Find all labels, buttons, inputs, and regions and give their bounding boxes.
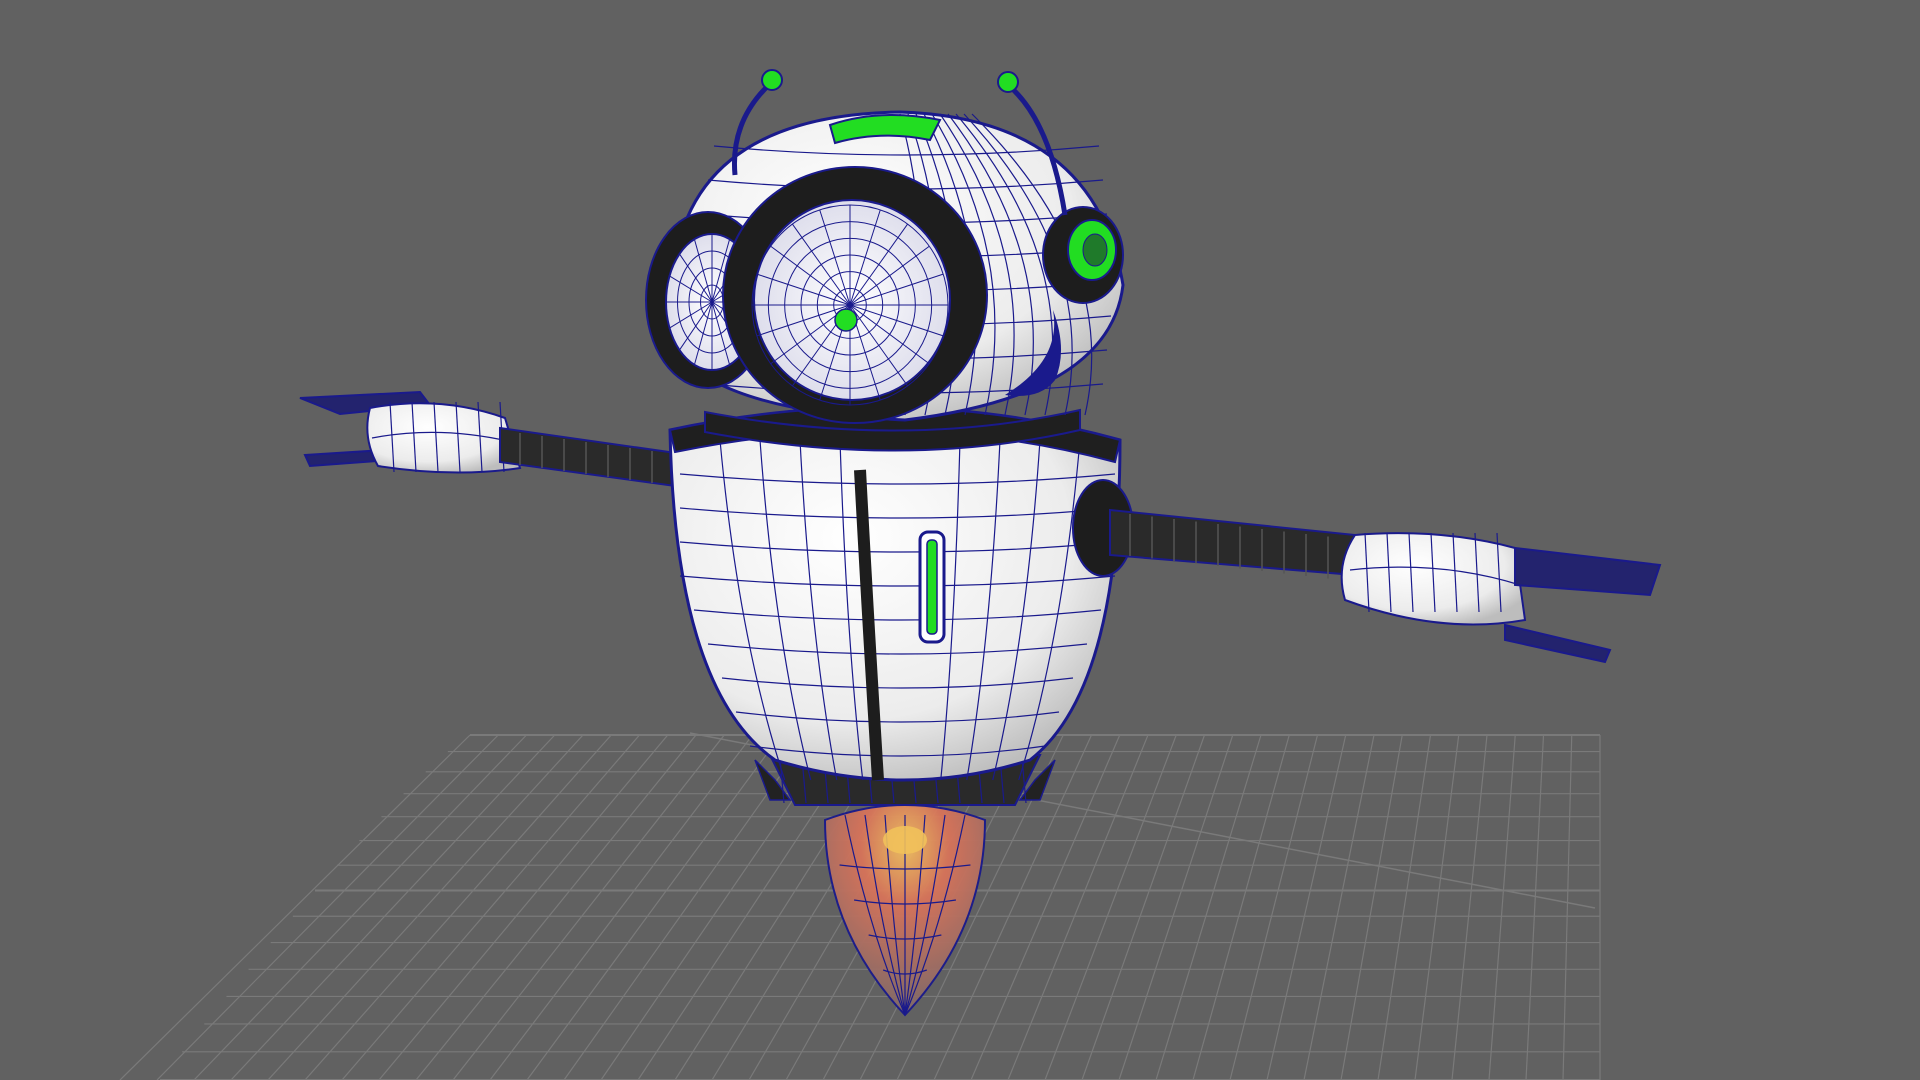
robot-body[interactable] [668, 405, 1122, 782]
viewport-scene[interactable] [0, 0, 1920, 1080]
right-arm[interactable] [1072, 479, 1662, 664]
thruster-flame[interactable] [823, 804, 987, 1017]
right-eye[interactable] [722, 166, 988, 424]
3d-viewport[interactable] [0, 0, 1920, 1080]
right-ear[interactable] [1042, 206, 1124, 304]
antenna-tip-right [997, 71, 1019, 93]
left-arm[interactable] [299, 390, 691, 490]
antenna-tip-left [761, 69, 783, 91]
